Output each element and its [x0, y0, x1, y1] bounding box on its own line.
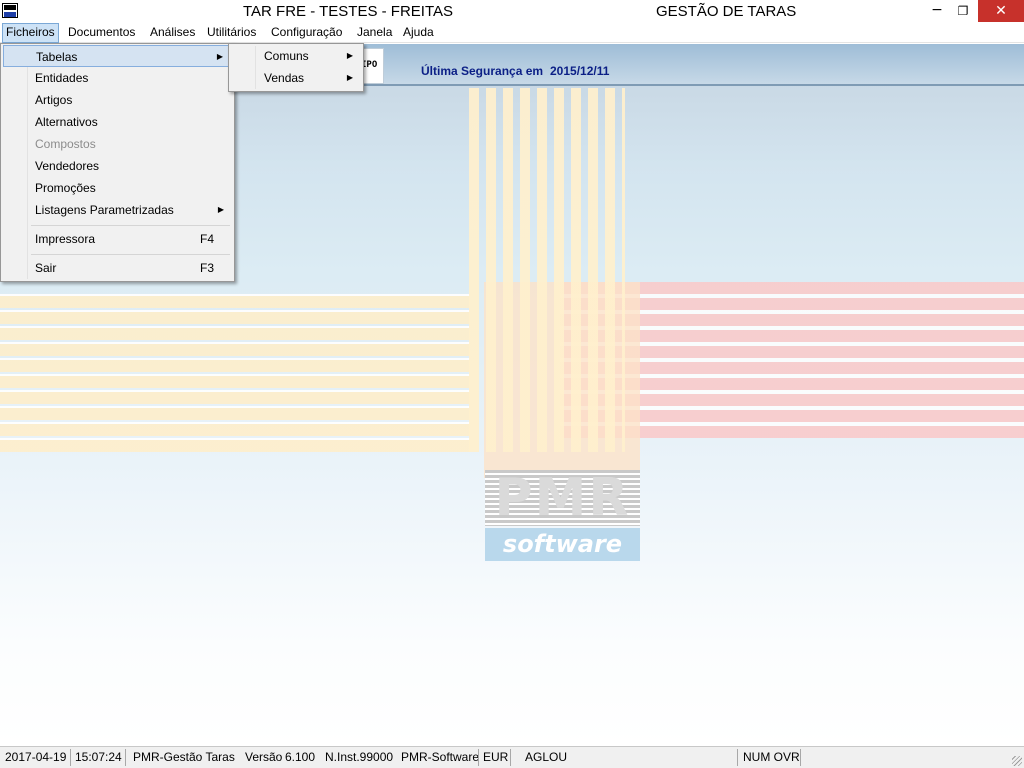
minimize-button[interactable]: −: [922, 0, 952, 22]
menu-ficheiros[interactable]: Ficheiros: [2, 23, 59, 43]
logo-stripes-left: [0, 294, 470, 452]
menu-item-alternativos[interactable]: Alternativos: [3, 111, 232, 133]
status-time: 15:07:24: [75, 750, 122, 764]
menu-item-artigos[interactable]: Artigos: [3, 89, 232, 111]
menu-item-vendedores[interactable]: Vendedores: [3, 155, 232, 177]
menu-item-entidades[interactable]: Entidades: [3, 67, 232, 89]
menu-separator: [31, 225, 230, 226]
status-currency: EUR: [483, 750, 509, 764]
submenu-item-vendas[interactable]: Vendas ▶: [231, 67, 361, 89]
pmr-logo-text: PMR: [494, 468, 631, 528]
logo-stripes-vertical: [469, 88, 625, 452]
menu-item-impressora[interactable]: Impressora F4: [3, 228, 232, 250]
submenu-arrow-icon: ▶: [217, 205, 224, 214]
submenu-arrow-icon: ▶: [216, 52, 223, 61]
menu-bar: Ficheiros Documentos Análises Utilitário…: [0, 23, 1024, 43]
menu-utilitarios[interactable]: Utilitários: [203, 23, 260, 43]
resize-grip-icon[interactable]: [1012, 756, 1022, 766]
ficheiros-dropdown: Tabelas ▶ Entidades Artigos Alternativos…: [0, 43, 235, 282]
title-bar: TAR FRE - TESTES - FREITAS GESTÃO DE TAR…: [0, 0, 1024, 23]
restore-button[interactable]: ❐: [950, 0, 976, 22]
status-keys: NUM OVR: [743, 750, 800, 764]
menu-configuracao[interactable]: Configuração: [267, 23, 346, 43]
menu-item-sair[interactable]: Sair F3: [3, 257, 232, 279]
software-logo-block: software: [485, 528, 640, 561]
app-icon[interactable]: [2, 3, 18, 18]
menu-separator: [31, 254, 230, 255]
status-product: PMR-Gestão Taras: [133, 750, 235, 764]
status-version-label: Versão: [245, 750, 283, 764]
window-title: TAR FRE - TESTES - FREITAS: [243, 3, 454, 20]
shortcut-f3: F3: [200, 261, 215, 275]
submenu-item-comuns[interactable]: Comuns ▶: [231, 45, 361, 67]
app-name: GESTÃO DE TARAS: [656, 3, 797, 20]
submenu-arrow-icon: ▶: [346, 73, 353, 82]
status-date: 2017-04-19: [5, 750, 67, 764]
software-logo-text: software: [502, 530, 623, 558]
menu-janela[interactable]: Janela: [353, 23, 396, 43]
submenu-arrow-icon: ▶: [346, 51, 353, 60]
backup-date: 2015/12/11: [550, 64, 610, 78]
menu-item-listagens[interactable]: Listagens Parametrizadas ▶: [3, 199, 232, 221]
menu-item-compostos: Compostos: [35, 137, 96, 151]
status-bar: 2017-04-19 15:07:24 PMR-Gestão Taras Ver…: [0, 746, 1024, 768]
menu-item-tabelas[interactable]: Tabelas ▶: [3, 45, 232, 67]
status-user: AGLOU: [525, 750, 568, 764]
tabelas-submenu: Comuns ▶ Vendas ▶: [228, 43, 364, 92]
status-vendor: PMR-Software: [401, 750, 480, 764]
status-version: 6.100: [285, 750, 316, 764]
menu-item-promocoes[interactable]: Promoções: [3, 177, 232, 199]
backup-label: Última Segurança em: [421, 64, 544, 78]
menu-analises[interactable]: Análises: [146, 23, 199, 43]
status-installation: N.Inst.99000: [325, 750, 394, 764]
menu-ajuda[interactable]: Ajuda: [399, 23, 438, 43]
shortcut-f4: F4: [200, 232, 215, 246]
close-button[interactable]: ✕: [978, 0, 1024, 22]
menu-documentos[interactable]: Documentos: [64, 23, 139, 43]
